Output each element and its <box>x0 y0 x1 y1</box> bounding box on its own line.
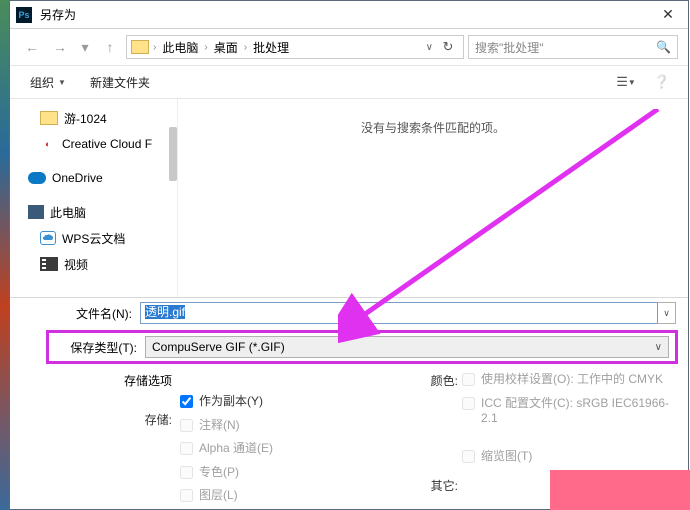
cloud-icon <box>28 172 46 184</box>
spot-checkbox: 专色(P) <box>180 465 350 481</box>
new-folder-label: 新建文件夹 <box>90 74 150 91</box>
layers-checkbox: 图层(L) <box>180 488 350 504</box>
sidebar: 游-1024 ◐ Creative Cloud F OneDrive 此电脑 WP… <box>10 99 178 297</box>
alpha-checkbox: Alpha 通道(E) <box>180 441 350 457</box>
nav-row: ← → ▾ ↑ › 此电脑 › 桌面 › 批处理 ∨ ↻ 搜索"批处理" 🔍 <box>10 29 688 65</box>
sidebar-item-video[interactable]: 视频 <box>10 251 177 277</box>
filename-value: 透明.gif <box>145 305 185 319</box>
close-button[interactable]: ✕ <box>648 1 688 29</box>
color-label: 颜色: <box>422 372 458 389</box>
creative-cloud-icon: ◐ <box>40 136 56 152</box>
organize-button[interactable]: 组织 ▼ <box>22 70 74 95</box>
search-placeholder: 搜索"批处理" <box>475 39 544 56</box>
chevron-down-icon: ▼ <box>58 78 66 87</box>
breadcrumb-2[interactable]: 批处理 <box>251 39 291 56</box>
filename-row: 文件名(N): 透明.gif ∨ <box>10 298 688 328</box>
recent-dropdown[interactable]: ▾ <box>76 35 94 59</box>
photoshop-icon: Ps <box>16 7 32 23</box>
sidebar-label: WPS云文档 <box>62 230 125 247</box>
sidebar-label: Creative Cloud F <box>62 137 152 151</box>
chevron-right-icon: › <box>204 42 207 53</box>
sidebar-item-creative-cloud[interactable]: ◐ Creative Cloud F <box>10 131 177 157</box>
filetype-label: 保存类型(T): <box>55 339 145 356</box>
folder-icon <box>40 111 58 125</box>
help-button[interactable]: ❔ <box>648 71 676 93</box>
titlebar: Ps 另存为 ✕ <box>10 1 688 29</box>
chevron-right-icon: › <box>244 42 247 53</box>
thumbnail-checkbox: 缩览图(T) <box>462 449 676 465</box>
folder-icon <box>131 40 149 54</box>
sidebar-label: OneDrive <box>52 171 103 185</box>
sidebar-item-wps[interactable]: WPS云文档 <box>10 225 177 251</box>
as-copy-checkbox[interactable]: 作为副本(Y) <box>180 394 350 410</box>
video-icon <box>40 257 58 271</box>
notes-checkbox: 注释(N) <box>180 418 350 434</box>
sidebar-scrollbar[interactable] <box>169 127 177 181</box>
filename-label: 文件名(N): <box>10 305 140 322</box>
filename-input[interactable]: 透明.gif <box>140 302 658 324</box>
view-button[interactable]: ☰▼ <box>612 71 640 93</box>
organize-label: 组织 <box>30 74 54 91</box>
chevron-right-icon: › <box>153 42 156 53</box>
filetype-highlight: 保存类型(T): CompuServe GIF (*.GIF) ∨ <box>46 330 678 364</box>
icc-checkbox: ICC 配置文件(C): sRGB IEC61966-2.1 <box>462 396 676 427</box>
search-icon: 🔍 <box>656 40 671 54</box>
sidebar-item-onedrive[interactable]: OneDrive <box>10 165 177 191</box>
filetype-select[interactable]: CompuServe GIF (*.GIF) ∨ <box>145 336 669 358</box>
filetype-value: CompuServe GIF (*.GIF) <box>152 340 285 354</box>
store-label: 存储: <box>10 411 172 428</box>
breadcrumb-1[interactable]: 桌面 <box>212 39 240 56</box>
search-input[interactable]: 搜索"批处理" 🔍 <box>468 35 678 59</box>
pc-icon <box>28 205 44 219</box>
sidebar-item-this-pc[interactable]: 此电脑 <box>10 199 177 225</box>
options-header: 存储选项 <box>10 372 172 389</box>
main-area: 游-1024 ◐ Creative Cloud F OneDrive 此电脑 WP… <box>10 99 688 297</box>
address-dropdown[interactable]: ∨ <box>426 42 433 53</box>
empty-message: 没有与搜索条件匹配的项。 <box>361 119 505 136</box>
desktop-edge <box>0 0 9 510</box>
sidebar-label: 此电脑 <box>50 204 86 221</box>
sidebar-label: 视频 <box>64 256 88 273</box>
address-bar[interactable]: › 此电脑 › 桌面 › 批处理 ∨ ↻ <box>126 35 464 59</box>
new-folder-button[interactable]: 新建文件夹 <box>82 70 158 95</box>
forward-button[interactable]: → <box>48 35 72 59</box>
other-label: 其它: <box>422 477 458 494</box>
refresh-button[interactable]: ↻ <box>437 39 459 55</box>
wps-cloud-icon <box>40 231 56 245</box>
file-list: 没有与搜索条件匹配的项。 <box>178 99 688 297</box>
up-button[interactable]: ↑ <box>98 35 122 59</box>
sidebar-item-folder[interactable]: 游-1024 <box>10 105 177 131</box>
toolbar: 组织 ▼ 新建文件夹 ☰▼ ❔ <box>10 65 688 99</box>
proof-checkbox: 使用校样设置(O): 工作中的 CMYK <box>462 372 676 388</box>
back-button[interactable]: ← <box>20 35 44 59</box>
window-title: 另存为 <box>40 6 648 23</box>
filename-dropdown[interactable]: ∨ <box>658 302 676 324</box>
sidebar-label: 游-1024 <box>64 110 107 127</box>
breadcrumb-0[interactable]: 此电脑 <box>160 39 200 56</box>
save-as-dialog: Ps 另存为 ✕ ← → ▾ ↑ › 此电脑 › 桌面 › 批处理 ∨ ↻ 搜索… <box>9 0 689 510</box>
chevron-down-icon: ∨ <box>655 342 662 353</box>
overlay-watermark <box>550 470 690 510</box>
